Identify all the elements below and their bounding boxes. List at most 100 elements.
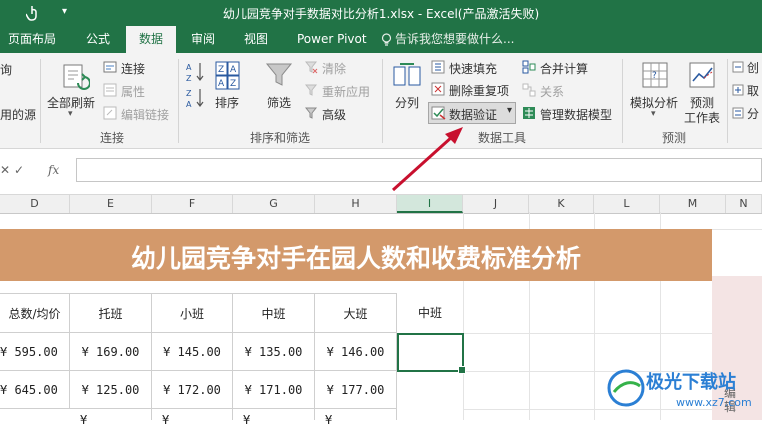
header-large[interactable]: 大班 <box>315 293 397 333</box>
header-toddler[interactable]: 托班 <box>70 293 152 333</box>
table-cell[interactable]: ¥ <box>233 409 315 427</box>
properties-icon <box>103 83 117 97</box>
data-validation-dropdown-icon[interactable]: ▾ <box>507 105 512 116</box>
filter-icon[interactable] <box>265 61 293 89</box>
svg-text:Z: Z <box>230 79 236 89</box>
consolidate-icon[interactable] <box>522 60 536 74</box>
lightbulb-icon <box>381 33 392 46</box>
edit-links-icon <box>103 106 117 120</box>
tab-page-layout[interactable]: 页面布局 <box>8 26 56 53</box>
column-header-g[interactable]: G <box>233 195 315 213</box>
sort-button[interactable]: 排序 <box>215 94 239 111</box>
header-middle-extra[interactable]: 中班 <box>397 293 463 333</box>
table-cell[interactable]: ¥ 177.00 <box>315 371 397 409</box>
connections-group-label: 连接 <box>100 131 125 145</box>
what-if-analysis-icon[interactable]: ? <box>641 61 669 89</box>
table-cell[interactable]: ¥ 169.00 <box>70 333 152 371</box>
svg-text:A: A <box>230 65 237 75</box>
ungroup-icon[interactable] <box>732 84 744 96</box>
table-cell[interactable]: ¥ 172.00 <box>152 371 233 409</box>
remove-duplicates-icon[interactable] <box>431 82 445 96</box>
forecast-sheet-icon[interactable] <box>688 61 716 89</box>
sheet-title: 幼儿园竞争对手在园人数和收费标准分析 <box>130 244 581 273</box>
advanced-button[interactable]: 高级 <box>322 106 346 123</box>
get-data-label[interactable]: 询 <box>0 61 12 78</box>
watermark-logo-icon <box>607 369 645 407</box>
column-header-l[interactable]: L <box>594 195 660 213</box>
header-total-avg[interactable]: 总数/均价 <box>0 293 70 333</box>
chevron-down-icon[interactable]: ▾ <box>651 109 656 119</box>
sheet-banner[interactable]: 幼儿园竞争对手在园人数和收费标准分析 <box>0 229 712 281</box>
header-middle[interactable]: 中班 <box>233 293 315 333</box>
flash-fill-icon[interactable] <box>431 60 445 74</box>
group-button[interactable]: 创 <box>747 59 759 76</box>
fill-handle[interactable] <box>458 366 466 374</box>
annotation-arrow <box>391 127 463 192</box>
consolidate-button[interactable]: 合并计算 <box>540 60 588 77</box>
recent-sources-label[interactable]: 用的源 <box>0 106 36 123</box>
column-header-d[interactable]: D <box>0 195 70 213</box>
table-cell[interactable]: ¥ 125.00 <box>70 371 152 409</box>
column-header-m[interactable]: M <box>660 195 726 213</box>
filter-button[interactable]: 筛选 <box>267 94 291 111</box>
subtotal-icon[interactable] <box>732 107 744 119</box>
text-to-columns-button[interactable]: 分列 <box>395 94 419 111</box>
manage-data-model-icon[interactable] <box>522 106 536 120</box>
edit-links-button: 编辑链接 <box>121 108 170 122</box>
forecast-sheet-label-line2[interactable]: 工作表 <box>684 109 720 126</box>
table-cell[interactable]: ¥ <box>152 409 233 427</box>
svg-text:Z: Z <box>186 74 192 83</box>
manage-data-model-button[interactable]: 管理数据模型 <box>540 106 612 123</box>
selected-cell[interactable] <box>397 333 466 374</box>
column-header-n[interactable]: N <box>726 195 762 213</box>
table-cell[interactable]: ¥ 146.00 <box>315 333 397 371</box>
chevron-down-icon[interactable]: ▾ <box>68 109 73 119</box>
group-icon[interactable] <box>732 61 744 73</box>
sort-icon[interactable]: Z A A Z <box>215 61 241 91</box>
remove-duplicates-button[interactable]: 删除重复项 <box>449 82 509 99</box>
ribbon-data: 询 用的源 全部刷新 ▾ 连接 属性 编辑链接 连接 AZ ZA Z A A Z… <box>0 53 762 149</box>
sort-filter-group-label: 排序和筛选 <box>250 131 311 145</box>
tab-data[interactable]: 数据 <box>126 26 176 53</box>
text-to-columns-icon[interactable] <box>392 61 422 89</box>
flash-fill-button[interactable]: 快速填充 <box>449 60 497 77</box>
sort-descending-icon[interactable]: ZA <box>186 87 206 109</box>
tab-view[interactable]: 视图 <box>244 26 268 53</box>
tell-me-search[interactable]: 告诉我您想要做什么... <box>395 26 514 53</box>
sort-ascending-icon[interactable]: AZ <box>186 61 206 83</box>
column-header-f[interactable]: F <box>152 195 233 213</box>
window-title: 幼儿园竞争对手数据对比分析1.xlsx - Excel(产品激活失败) <box>222 7 540 21</box>
grid-line <box>463 333 712 334</box>
separator <box>727 59 728 143</box>
table-cell[interactable]: ¥ 595.00 <box>0 333 70 371</box>
insert-function-icon[interactable]: fx <box>48 163 59 177</box>
refresh-all-icon[interactable] <box>58 61 90 93</box>
connections-button[interactable]: 连接 <box>121 60 145 77</box>
column-header-k[interactable]: K <box>529 195 594 213</box>
separator <box>178 59 179 143</box>
watermark-url: www.xz7.com <box>676 396 752 409</box>
tab-review[interactable]: 审阅 <box>191 26 215 53</box>
table-cell[interactable]: ¥ 645.00 <box>0 371 70 409</box>
table-cell[interactable]: ¥ <box>315 409 397 427</box>
forecast-group-label: 预测 <box>662 131 687 145</box>
table-cell[interactable]: ¥ 145.00 <box>152 333 233 371</box>
column-header-e[interactable]: E <box>70 195 152 213</box>
separator <box>622 59 623 143</box>
enter-icon[interactable]: ✓ <box>14 163 24 177</box>
clear-button: 清除 <box>322 62 347 76</box>
tab-formulas[interactable]: 公式 <box>86 26 110 53</box>
ungroup-button[interactable]: 取 <box>747 82 759 99</box>
header-small[interactable]: 小班 <box>152 293 233 333</box>
table-cell[interactable]: ¥ 135.00 <box>233 333 315 371</box>
properties-button: 属性 <box>121 85 146 99</box>
watermark: 极光下载站 www.xz7.com <box>606 364 762 420</box>
tab-power-pivot[interactable]: Power Pivot <box>297 26 367 53</box>
cancel-icon[interactable]: ✕ <box>0 163 10 177</box>
advanced-filter-icon[interactable] <box>305 107 318 120</box>
subtotal-button[interactable]: 分 <box>747 105 759 122</box>
connections-icon[interactable] <box>103 60 117 74</box>
separator <box>382 59 383 143</box>
table-cell[interactable]: ¥ 171.00 <box>233 371 315 409</box>
table-cell[interactable]: ¥ <box>70 409 152 427</box>
